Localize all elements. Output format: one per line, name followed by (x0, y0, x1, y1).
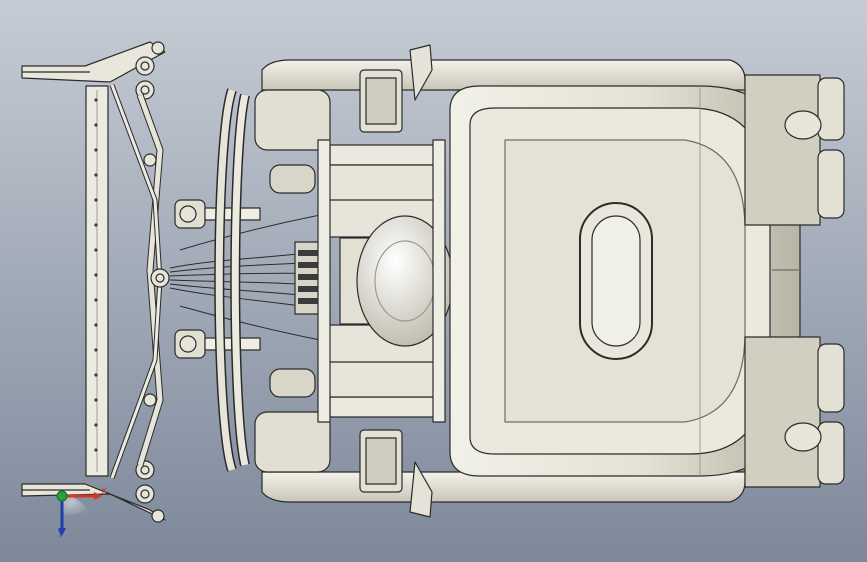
exhaust-loop-left[interactable] (214, 88, 250, 472)
rear-mount-top[interactable] (744, 74, 845, 226)
y-axis-label: Y (58, 530, 64, 540)
rear-mount-bottom[interactable] (744, 336, 845, 488)
z-axis-origin (56, 490, 68, 502)
cad-graphics-viewport[interactable]: X Y (0, 0, 867, 562)
cover-badge-oval (579, 202, 653, 360)
pushrod-rocker-assembly[interactable] (169, 199, 331, 359)
front-linkage-bracket[interactable] (21, 41, 170, 523)
x-axis-label: X (101, 487, 108, 497)
engine-assembly-model[interactable] (0, 0, 867, 562)
